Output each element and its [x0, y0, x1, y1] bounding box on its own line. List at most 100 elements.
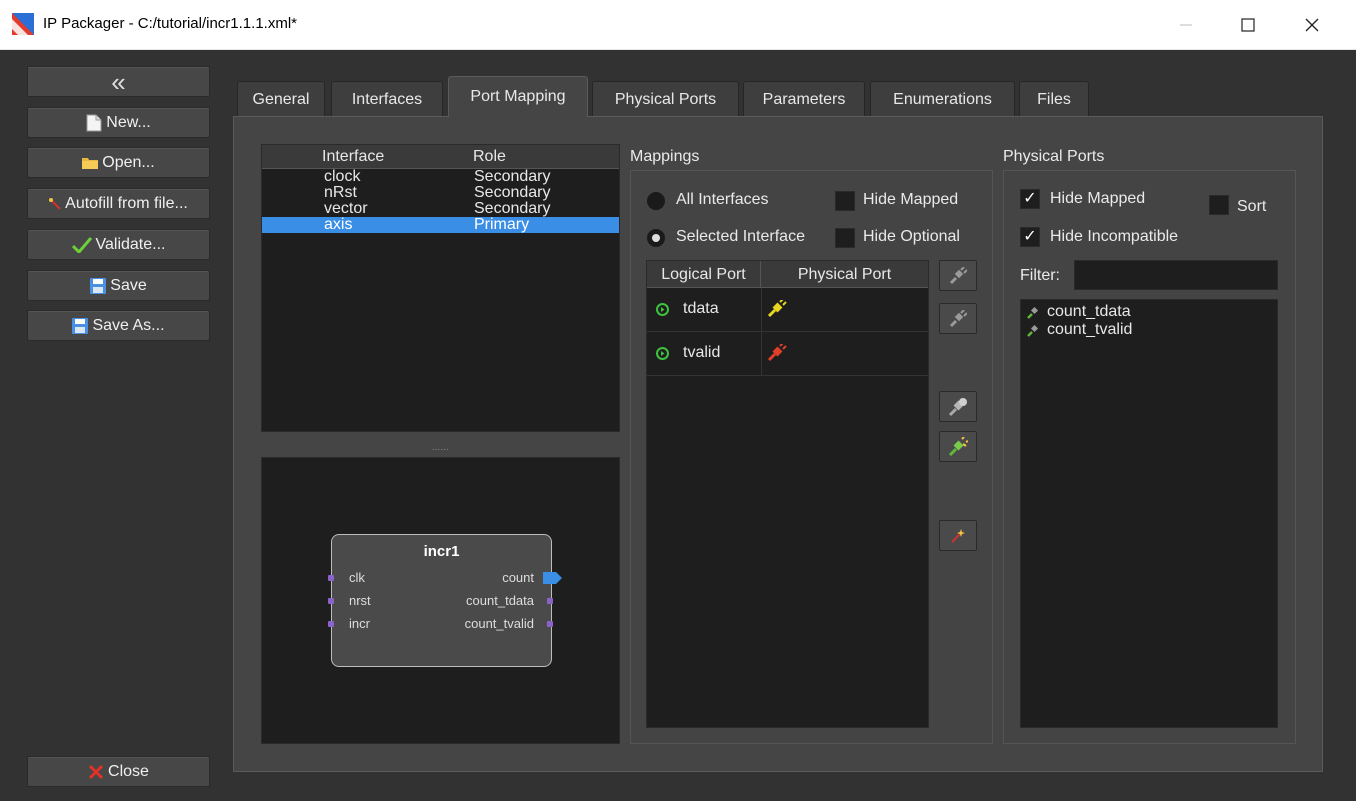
tab-parameters[interactable]: Parameters — [743, 81, 865, 117]
interface-column-header[interactable]: Interface — [322, 148, 384, 166]
save-button[interactable]: Save — [27, 270, 210, 301]
port-label: clk — [349, 570, 365, 585]
tab-enumerations-label: Enumerations — [893, 90, 992, 108]
table-row[interactable]: vector Secondary — [262, 201, 619, 217]
mappings-title: Mappings — [630, 148, 700, 165]
folder-icon — [82, 158, 99, 169]
connect-button[interactable] — [939, 391, 977, 422]
interface-name: clock — [324, 168, 361, 185]
port-direction-icon — [656, 303, 669, 316]
all-interfaces-radio[interactable] — [647, 192, 665, 210]
port-pin — [328, 598, 334, 604]
physical-port-name: count_tdata — [1047, 303, 1131, 320]
port-label: count — [502, 570, 534, 585]
list-item[interactable]: count_tvalid — [1027, 321, 1132, 339]
open-button[interactable]: Open... — [27, 147, 210, 178]
port-direction-icon — [656, 347, 669, 360]
remove-mapping-button[interactable] — [939, 303, 977, 334]
hide-incompatible-label: Hide Incompatible — [1050, 228, 1179, 245]
maximize-button[interactable] — [1218, 0, 1278, 50]
tab-port-mapping-label: Port Mapping — [470, 88, 566, 105]
autofill-button[interactable]: Autofill from file... — [27, 188, 210, 219]
tab-interfaces-label: Interfaces — [351, 90, 423, 108]
checkmark-icon: ✓ — [1023, 190, 1037, 207]
validate-button[interactable]: Validate... — [27, 229, 210, 260]
component-name: incr1 — [423, 543, 460, 560]
connect-plug-icon — [948, 397, 967, 416]
radio-selected-dot — [652, 234, 660, 242]
port-label: count_tdata — [466, 593, 534, 608]
port-label: incr — [349, 616, 370, 631]
interface-table[interactable]: Interface Role clock Secondary nRst Seco… — [261, 144, 620, 432]
selected-interface-radio[interactable] — [647, 229, 665, 247]
tab-physical-ports-label: Physical Ports — [614, 90, 717, 108]
mapping-table-header: Logical Port Physical Port — [647, 261, 928, 288]
auto-map-button[interactable] — [939, 520, 977, 551]
app-icon — [12, 13, 34, 35]
title-bar: IP Packager - C:/tutorial/incr1.1.1.xml* — [0, 0, 1356, 50]
save-button-label: Save — [110, 276, 147, 294]
filter-input[interactable] — [1074, 260, 1278, 290]
close-window-button[interactable] — [1282, 0, 1342, 50]
interface-name: nRst — [324, 184, 357, 201]
component-block: incr1 clk nrst incr count count_tdata co… — [331, 534, 552, 667]
minimize-button[interactable] — [1156, 0, 1216, 50]
table-row[interactable]: tdata — [647, 288, 928, 332]
port-plug-icon — [1027, 324, 1039, 337]
interface-role: Primary — [474, 216, 530, 233]
new-button[interactable]: New... — [27, 107, 210, 138]
list-item[interactable]: count_tdata — [1027, 303, 1131, 321]
tab-general[interactable]: General — [237, 81, 325, 117]
tab-physical-ports[interactable]: Physical Ports — [592, 81, 739, 117]
role-column-header[interactable]: Role — [473, 148, 506, 166]
logical-port-name: tvalid — [683, 344, 721, 361]
auto-connect-button[interactable] — [939, 431, 977, 462]
table-row[interactable]: clock Secondary — [262, 169, 619, 185]
port-plug-icon — [1027, 306, 1039, 319]
sort-checkbox[interactable] — [1209, 195, 1229, 215]
physical-port-list[interactable]: count_tdata count_tvalid — [1020, 299, 1278, 728]
hide-optional-label: Hide Optional — [863, 228, 960, 245]
interface-role: Secondary — [474, 184, 551, 201]
close-button[interactable]: Close — [27, 756, 210, 787]
tab-files[interactable]: Files — [1019, 81, 1089, 117]
save-as-button-label: Save As... — [92, 316, 165, 334]
tab-port-mapping[interactable]: Port Mapping — [448, 76, 588, 117]
physical-port-name: count_tvalid — [1047, 321, 1133, 338]
port-pin — [547, 598, 553, 604]
interface-role: Secondary — [474, 168, 551, 185]
pp-hide-mapped-label: Hide Mapped — [1050, 190, 1146, 207]
logical-port-name: tdata — [683, 300, 719, 317]
tab-interfaces[interactable]: Interfaces — [331, 81, 443, 117]
port-label: count_tvalid — [464, 616, 534, 631]
new-button-label: New... — [106, 113, 151, 131]
interface-name: vector — [324, 200, 368, 217]
tab-enumerations[interactable]: Enumerations — [870, 81, 1015, 117]
bus-port-arrow-icon — [543, 572, 562, 584]
maximize-icon — [1241, 18, 1255, 32]
hide-incompatible-checkbox[interactable]: ✓ — [1020, 227, 1040, 247]
disconnect-plug-icon — [949, 266, 967, 284]
collapse-sidebar-button[interactable]: « — [27, 66, 210, 97]
checkmark-icon: ✓ — [1023, 228, 1037, 245]
save-as-button[interactable]: Save As... — [27, 310, 210, 341]
disconnect-button[interactable] — [939, 260, 977, 291]
physical-port-header[interactable]: Physical Port — [761, 261, 928, 288]
hide-optional-checkbox[interactable] — [835, 228, 855, 248]
all-interfaces-label: All Interfaces — [676, 191, 769, 208]
interface-table-header: Interface Role — [262, 145, 619, 169]
validate-button-label: Validate... — [95, 235, 166, 253]
close-x-icon — [88, 764, 104, 779]
tab-files-label: Files — [1037, 90, 1071, 108]
table-row[interactable]: tvalid — [647, 332, 928, 376]
table-row[interactable]: nRst Secondary — [262, 185, 619, 201]
hide-mapped-checkbox[interactable] — [835, 191, 855, 211]
pp-hide-mapped-checkbox[interactable]: ✓ — [1020, 189, 1040, 209]
column-divider — [761, 288, 762, 332]
port-label: nrst — [349, 593, 371, 608]
mapping-table[interactable]: Logical Port Physical Port tdata tvalid — [646, 260, 929, 728]
splitter-handle[interactable]: ...... — [432, 442, 449, 453]
table-row-selected[interactable]: axis Primary — [262, 217, 619, 233]
logical-port-header[interactable]: Logical Port — [647, 261, 761, 288]
sort-label: Sort — [1237, 198, 1267, 215]
